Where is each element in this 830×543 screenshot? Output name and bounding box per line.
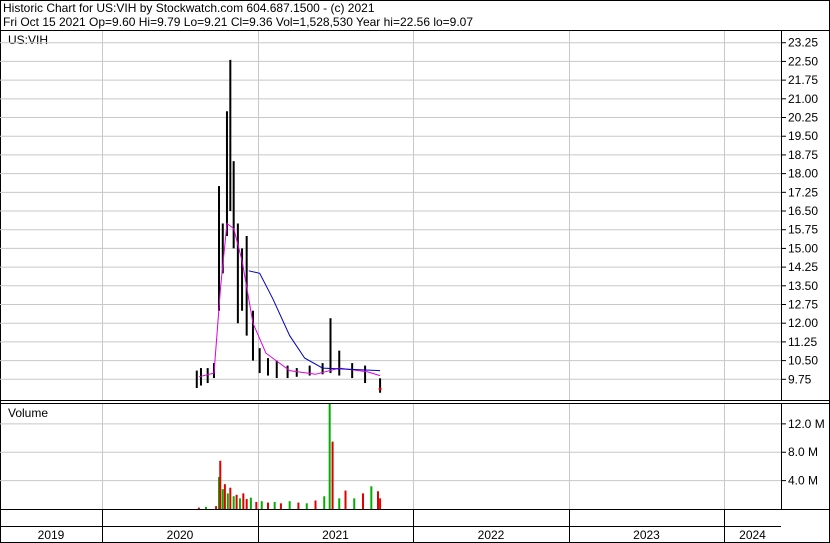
volume-bar [255, 501, 258, 509]
volume-bar [267, 502, 269, 509]
year-label: 2023 [633, 528, 660, 542]
volume-tick-label: 12.0 M [788, 417, 825, 431]
year-label: 2022 [478, 528, 505, 542]
price-tick-label: 16.50 [788, 204, 818, 218]
volume-bar [238, 498, 241, 509]
last-close-marker [378, 387, 382, 391]
volume-tick-label: 8.0 M [788, 445, 818, 459]
price-tick-label: 21.00 [788, 92, 818, 106]
price-tick-label: 14.25 [788, 260, 818, 274]
year-axis: 2019 2020 2021 2022 2023 2024 [0, 510, 781, 543]
chart-title-line: Historic Chart for US:VIH by Stockwatch.… [3, 1, 375, 15]
year-label: 2021 [322, 528, 349, 542]
volume-bar [229, 487, 232, 509]
price-tick-label: 23.25 [788, 36, 818, 50]
volume-tick-label: 4.0 M [788, 474, 818, 488]
volume-bar [370, 486, 373, 509]
price-tick-label: 11.25 [788, 335, 817, 349]
volume-panel-label: Volume [8, 406, 48, 420]
volume-bar [245, 499, 248, 509]
moving-average-short-line [198, 222, 381, 378]
price-tick-label: 10.50 [788, 354, 818, 368]
volume-bar [305, 503, 308, 509]
volume-axis-ticks: 12.0 M 8.0 M 4.0 M [781, 417, 825, 488]
volume-bar [377, 491, 379, 509]
price-tick-label: 21.75 [788, 73, 818, 87]
volume-bar [273, 501, 276, 509]
volume-bar [353, 498, 356, 509]
price-tick-label: 22.50 [788, 54, 818, 68]
volume-bar [215, 506, 218, 509]
volume-bars [197, 404, 382, 509]
volume-bar [226, 493, 229, 509]
chart-frame [0, 0, 830, 543]
price-tick-label: 19.50 [788, 129, 818, 143]
volume-bar [338, 498, 341, 509]
year-label: 2020 [167, 528, 194, 542]
year-label: 2019 [38, 528, 65, 542]
volume-bar [297, 502, 300, 509]
volume-bar [362, 493, 364, 509]
price-tick-label: 12.75 [788, 298, 818, 312]
volume-bar [260, 501, 263, 509]
volume-bar [331, 441, 334, 509]
price-tick-label: 18.00 [788, 167, 818, 181]
volume-bar [344, 490, 347, 509]
price-panel: US:VIH 23.25 22.50 21.75 21.00 20.25 19.50 18.… [0, 30, 830, 401]
volume-bar [323, 496, 326, 509]
volume-bar [219, 460, 222, 509]
volume-bar [197, 507, 200, 509]
price-grid [0, 31, 781, 400]
price-axis-ticks: 23.25 22.50 21.75 21.00 20.25 19.50 18.75 18.00… [781, 36, 818, 386]
volume-grid [0, 404, 781, 509]
stock-chart: Historic Chart for US:VIH by Stockwatch.… [0, 0, 830, 543]
price-panel-label: US:VIH [8, 33, 48, 47]
price-tick-label: 20.25 [788, 111, 818, 125]
price-tick-label: 15.75 [788, 223, 818, 237]
year-label: 2024 [739, 528, 766, 542]
volume-bar [328, 404, 331, 509]
volume-bar [249, 497, 252, 509]
volume-bar [235, 494, 238, 509]
chart-stats-line: Fri Oct 15 2021 Op=9.60 Hi=9.79 Lo=9.21 … [3, 15, 473, 29]
price-tick-label: 17.25 [788, 185, 818, 199]
price-tick-label: 13.50 [788, 279, 818, 293]
volume-bar [223, 484, 226, 509]
price-series [195, 59, 382, 393]
price-tick-label: 15.00 [788, 241, 818, 255]
volume-bar [279, 503, 282, 509]
price-tick-label: 12.00 [788, 316, 818, 330]
volume-bar [379, 498, 382, 509]
price-tick-label: 18.75 [788, 148, 818, 162]
volume-bar [205, 506, 207, 509]
volume-bar [288, 501, 291, 509]
volume-bar [221, 489, 224, 509]
volume-bar [232, 496, 235, 509]
volume-bar [314, 500, 317, 509]
volume-panel: Volume 12.0 M 8.0 M 4.0 M [0, 403, 830, 510]
price-tick-label: 9.75 [788, 372, 812, 386]
volume-bar [242, 493, 245, 509]
